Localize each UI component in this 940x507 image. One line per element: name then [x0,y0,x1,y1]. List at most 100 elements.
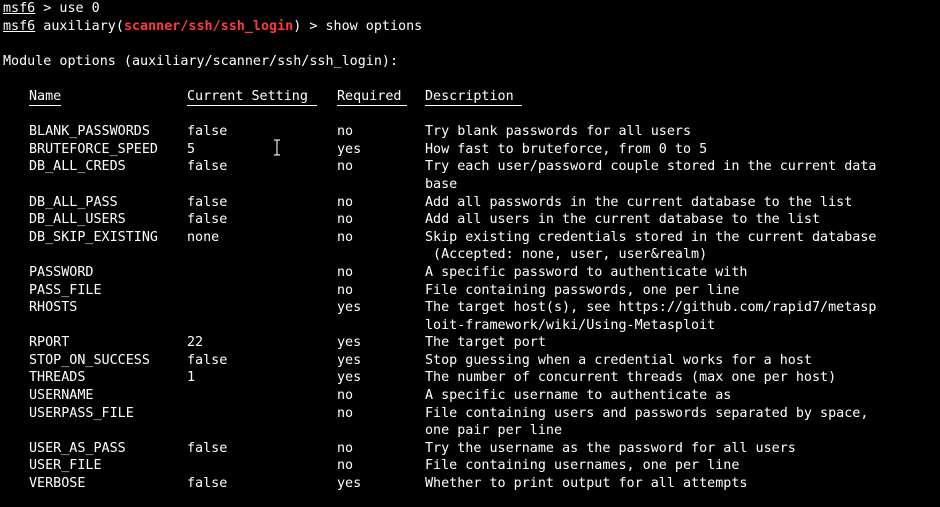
table-row: BRUTEFORCE_SPEED 5 yes How fast to brutefor… [29,141,940,159]
option-required: yes [337,352,362,368]
description-line: Add all passwords in the current databas… [425,194,853,210]
description-line: The number of concurrent threads (max on… [425,370,837,386]
description-line: The target port [425,335,546,351]
option-current-setting: false [187,194,228,210]
options-table: Name Current Setting Required Descriptio… [29,88,940,493]
option-required: no [337,388,354,404]
option-description: File containing passwords, one per line [425,282,925,300]
prompt-line-2: msf6 auxiliary(scanner/ssh/ssh_login) > … [3,18,940,36]
option-name: DB_ALL_CREDS [29,159,126,175]
description-line: (Accepted: none, user, user&realm) [425,247,708,263]
description-line: The target host(s), see https://github.c… [425,300,877,316]
description-line: Skip existing credentials stored in the … [425,229,877,245]
header-underline [337,104,407,106]
description-line: File containing users and passwords sepa… [425,405,869,421]
column-header-description: Description [425,88,514,104]
description-line: base [425,176,458,192]
table-row: DB_SKIP_EXISTING none no Skip existing cred… [29,229,940,264]
option-required: no [337,212,354,228]
command-text: > use 0 [35,1,100,16]
header-underline [187,104,317,106]
option-required: no [337,458,354,474]
table-row: RPORT 22 yes The target port [29,334,940,352]
table-header: Name Current Setting Required Descriptio… [29,88,940,106]
option-name: USER_AS_PASS [29,440,126,456]
option-name: USERNAME [29,388,94,404]
options-heading: Module options (auxiliary/scanner/ssh/ss… [3,53,399,69]
table-row: STOP_ON_SUCCESS false yes Stop guessing whe… [29,352,940,370]
option-name: DB_ALL_PASS [29,194,118,210]
option-description: Add all passwords in the current databas… [425,194,925,212]
option-name: USERPASS_FILE [29,405,134,421]
description-line: A specific password to authenticate with [425,264,748,280]
column-header-current-setting: Current Setting [187,88,308,104]
module-suffix-command: ) > show options [293,18,423,34]
option-name: THREADS [29,370,86,386]
table-row: USERNAME no A specific username to authent… [29,387,940,405]
table-row: USER_FILE no File containing usernames, on… [29,457,940,475]
option-name: PASSWORD [29,264,94,280]
option-current-setting: 22 [187,335,204,351]
option-current-setting: false [187,440,228,456]
header-underline [425,104,522,106]
column-header-required: Required [337,88,402,104]
ibeam-cursor-icon [274,139,280,156]
option-description: Stop guessing when a credential works fo… [425,352,925,370]
table-row: RHOSTS yes The target host(s), see https:/… [29,299,940,334]
terminal-window[interactable]: msf6 > use 0 msf6 auxiliary(scanner/ssh/… [0,0,940,507]
option-current-setting: 5 [187,141,196,157]
header-underline [29,104,61,106]
option-required: no [337,124,354,140]
description-line: File containing usernames, one per line [425,458,740,474]
option-required: no [337,282,354,298]
option-description: A specific username to authenticate as [425,387,925,405]
option-required: yes [337,141,362,157]
description-line: Stop guessing when a credential works fo… [425,352,812,368]
module-name: scanner/ssh/ssh_login [123,18,294,34]
option-description: The target host(s), see https://github.c… [425,299,925,334]
option-description: Whether to print output for all attempts [425,475,925,493]
option-description: Try blank passwords for all users [425,123,925,141]
option-required: yes [337,370,362,386]
option-description: A specific password to authenticate with [425,264,925,282]
option-required: no [337,194,354,210]
prompt-name: msf6 [3,18,36,34]
option-current-setting: 1 [187,370,196,386]
option-description: Try the username as the password for all… [425,440,925,458]
option-description: Try each user/password couple stored in … [425,158,925,193]
option-name: BRUTEFORCE_SPEED [29,141,158,157]
option-description: Add all users in the current database to… [425,211,925,229]
option-required: no [337,440,354,456]
option-name: RPORT [29,335,70,351]
option-description: The target port [425,334,925,352]
option-required: no [337,229,354,245]
option-description: File containing users and passwords sepa… [425,405,925,440]
option-required: yes [337,476,362,492]
option-name: DB_ALL_USERS [29,212,126,228]
description-line: Try the username as the password for all… [425,440,796,456]
table-row: PASSWORD no A specific password to authent… [29,264,940,282]
header-gap [29,106,940,124]
prompt-line-1: msf6 > use 0 [3,0,940,18]
table-row: DB_ALL_CREDS false no Try each user/passwor… [29,158,940,193]
description-line: Try each user/password couple stored in … [425,159,877,175]
option-name: STOP_ON_SUCCESS [29,352,150,368]
description-line: A specific username to authenticate as [425,388,732,404]
option-current-setting: false [187,159,228,175]
option-name: DB_SKIP_EXISTING [29,229,158,245]
prompt-name: msf6 [3,1,36,16]
table-row: DB_ALL_PASS false no Add all passwords in t… [29,194,940,212]
option-description: How fast to bruteforce, from 0 to 5 [425,141,925,159]
option-required: yes [337,335,362,351]
option-required: no [337,405,354,421]
column-header-name: Name [29,88,62,104]
option-description: Skip existing credentials stored in the … [425,229,925,264]
description-line: Whether to print output for all attempts [425,476,748,492]
option-current-setting: false [187,124,228,140]
option-current-setting: false [187,476,228,492]
module-prefix: auxiliary( [35,18,124,34]
option-name: BLANK_PASSWORDS [29,124,150,140]
option-description: The number of concurrent threads (max on… [425,369,925,387]
